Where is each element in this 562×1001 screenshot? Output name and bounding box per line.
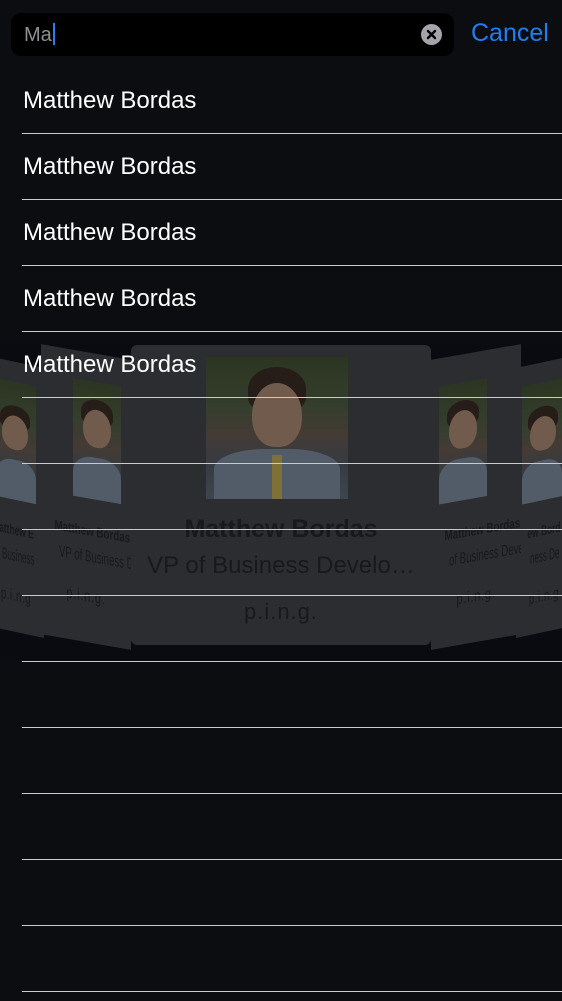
clear-search-button[interactable]	[421, 24, 442, 45]
empty-list-row	[22, 530, 562, 596]
search-input[interactable]: Ma	[24, 23, 55, 47]
contact-name: Matthew Bordas	[23, 219, 197, 246]
list-item[interactable]: Matthew Bordas	[22, 266, 562, 332]
empty-list-row	[22, 662, 562, 728]
empty-list-row	[22, 860, 562, 926]
search-query: Ma	[24, 24, 52, 46]
empty-list-row	[22, 728, 562, 794]
empty-list-row	[22, 398, 562, 464]
list-item[interactable]: Matthew Bordas	[22, 134, 562, 200]
empty-list-row	[22, 596, 562, 662]
contact-name: Matthew Bordas	[23, 351, 197, 378]
text-caret	[52, 23, 55, 45]
list-item[interactable]: Matthew Bordas	[22, 200, 562, 266]
list-item[interactable]: Matthew Bordas	[22, 68, 562, 134]
contacts-search-screen: atthew E Business p.i.n.g Matthew Bordas…	[0, 0, 562, 1001]
contact-name: Matthew Bordas	[23, 87, 197, 114]
contact-name: Matthew Bordas	[23, 285, 197, 312]
empty-list-row	[22, 926, 562, 992]
search-field[interactable]: Ma	[11, 13, 454, 56]
contact-name: Matthew Bordas	[23, 153, 197, 180]
search-results-list: Matthew Bordas Matthew Bordas Matthew Bo…	[0, 68, 562, 1001]
empty-list-row	[22, 464, 562, 530]
empty-list-row	[22, 794, 562, 860]
cancel-button[interactable]: Cancel	[471, 18, 549, 48]
clear-circle-x-icon	[426, 29, 437, 40]
list-item[interactable]: Matthew Bordas	[22, 332, 562, 398]
search-bar: Ma Cancel	[0, 0, 562, 68]
